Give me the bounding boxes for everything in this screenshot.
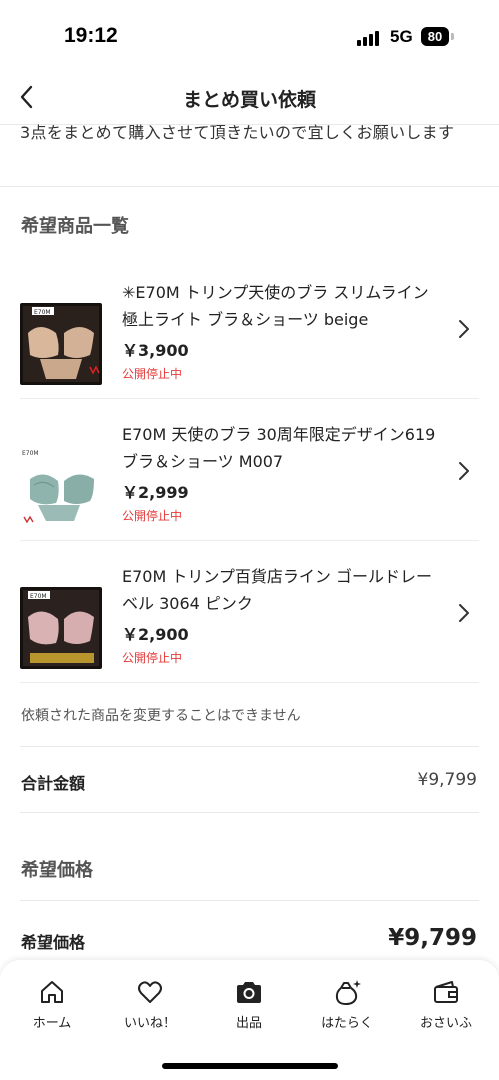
divider	[20, 812, 479, 813]
network-type: 5G	[390, 27, 413, 46]
total-label: 合計金額	[21, 774, 86, 793]
signal-icon	[357, 30, 383, 46]
divider	[20, 900, 479, 901]
divider	[0, 186, 499, 187]
item-title: E70M 天使のブラ 30周年限定デザイン619 ブラ＆ショーツ M007	[122, 425, 436, 471]
product-image: E70M	[20, 587, 102, 669]
status-time: 19:12	[64, 24, 118, 47]
tab-label: ホーム	[32, 1016, 72, 1031]
product-image: E70M	[20, 303, 102, 385]
bag-sparkle-icon	[335, 980, 361, 1005]
total-value: ¥9,799	[417, 770, 477, 790]
svg-text:E70M: E70M	[34, 309, 51, 316]
list-item[interactable]: E70M E70M トリンプ百貨店ライン ゴールドレーベル 3064 ピンク ￥…	[0, 541, 499, 683]
change-notice: 依頼された商品を変更することはできません	[21, 708, 301, 724]
tab-label: 出品	[235, 1016, 262, 1031]
divider	[20, 682, 479, 683]
item-title: ✳E70M トリンプ天使のブラ スリムライン極上ライト ブラ＆ショーツ beig…	[122, 283, 429, 329]
list-item[interactable]: E70M ✳E70M トリンプ天使のブラ スリムライン極上ライト ブラ＆ショーツ…	[0, 257, 499, 399]
request-message: 3点をまとめて購入させて頂きたいので宜しくお願いします	[20, 123, 455, 142]
item-title: E70M トリンプ百貨店ライン ゴールドレーベル 3064 ピンク	[122, 567, 432, 613]
home-icon	[41, 981, 63, 1003]
tab-label: はたらく	[321, 1016, 373, 1031]
tab-bar: ホーム いいね！ 出品 はたらく おさいふ	[0, 960, 499, 1080]
heart-icon	[138, 981, 162, 1003]
svg-text:E70M: E70M	[30, 593, 47, 600]
chevron-right-icon	[459, 320, 469, 338]
item-price: ￥3,900	[122, 341, 189, 360]
item-status-badge: 公開停止中	[122, 651, 183, 665]
tab-work[interactable]: はたらく	[307, 978, 387, 1031]
item-status-badge: 公開停止中	[122, 509, 183, 523]
item-price: ￥2,999	[122, 483, 189, 502]
list-item[interactable]: E70M E70M 天使のブラ 30周年限定デザイン619 ブラ＆ショーツ M0…	[0, 399, 499, 541]
page-title: まとめ買い依頼	[182, 89, 316, 111]
svg-text:E70M: E70M	[22, 450, 39, 457]
tab-sell[interactable]: 出品	[209, 978, 289, 1031]
tab-wallet[interactable]: おさいふ	[406, 978, 486, 1031]
item-status-badge: 公開停止中	[122, 367, 183, 381]
chevron-right-icon	[459, 462, 469, 480]
item-price: ￥2,900	[122, 625, 189, 644]
desired-price-label: 希望価格	[21, 933, 86, 952]
wallet-icon	[434, 981, 458, 1003]
battery-icon: 80	[421, 27, 449, 46]
tab-label: おさいふ	[419, 1016, 472, 1031]
status-bar: 19:12 5G 80	[0, 0, 499, 72]
divider	[20, 746, 479, 747]
chevron-right-icon	[459, 604, 469, 622]
desired-price-value: ¥9,799	[388, 925, 477, 951]
navigation-bar: まとめ買い依頼	[0, 72, 499, 122]
tab-likes[interactable]: いいね！	[110, 978, 190, 1031]
battery-tip	[451, 33, 454, 40]
tab-label: いいね！	[123, 1016, 176, 1031]
home-indicator	[162, 1063, 338, 1069]
wishlist-heading: 希望商品一覧	[21, 216, 129, 237]
camera-icon	[237, 982, 261, 1003]
desired-price-heading: 希望価格	[21, 860, 93, 881]
product-image: E70M	[20, 445, 102, 527]
tab-home[interactable]: ホーム	[12, 978, 92, 1031]
